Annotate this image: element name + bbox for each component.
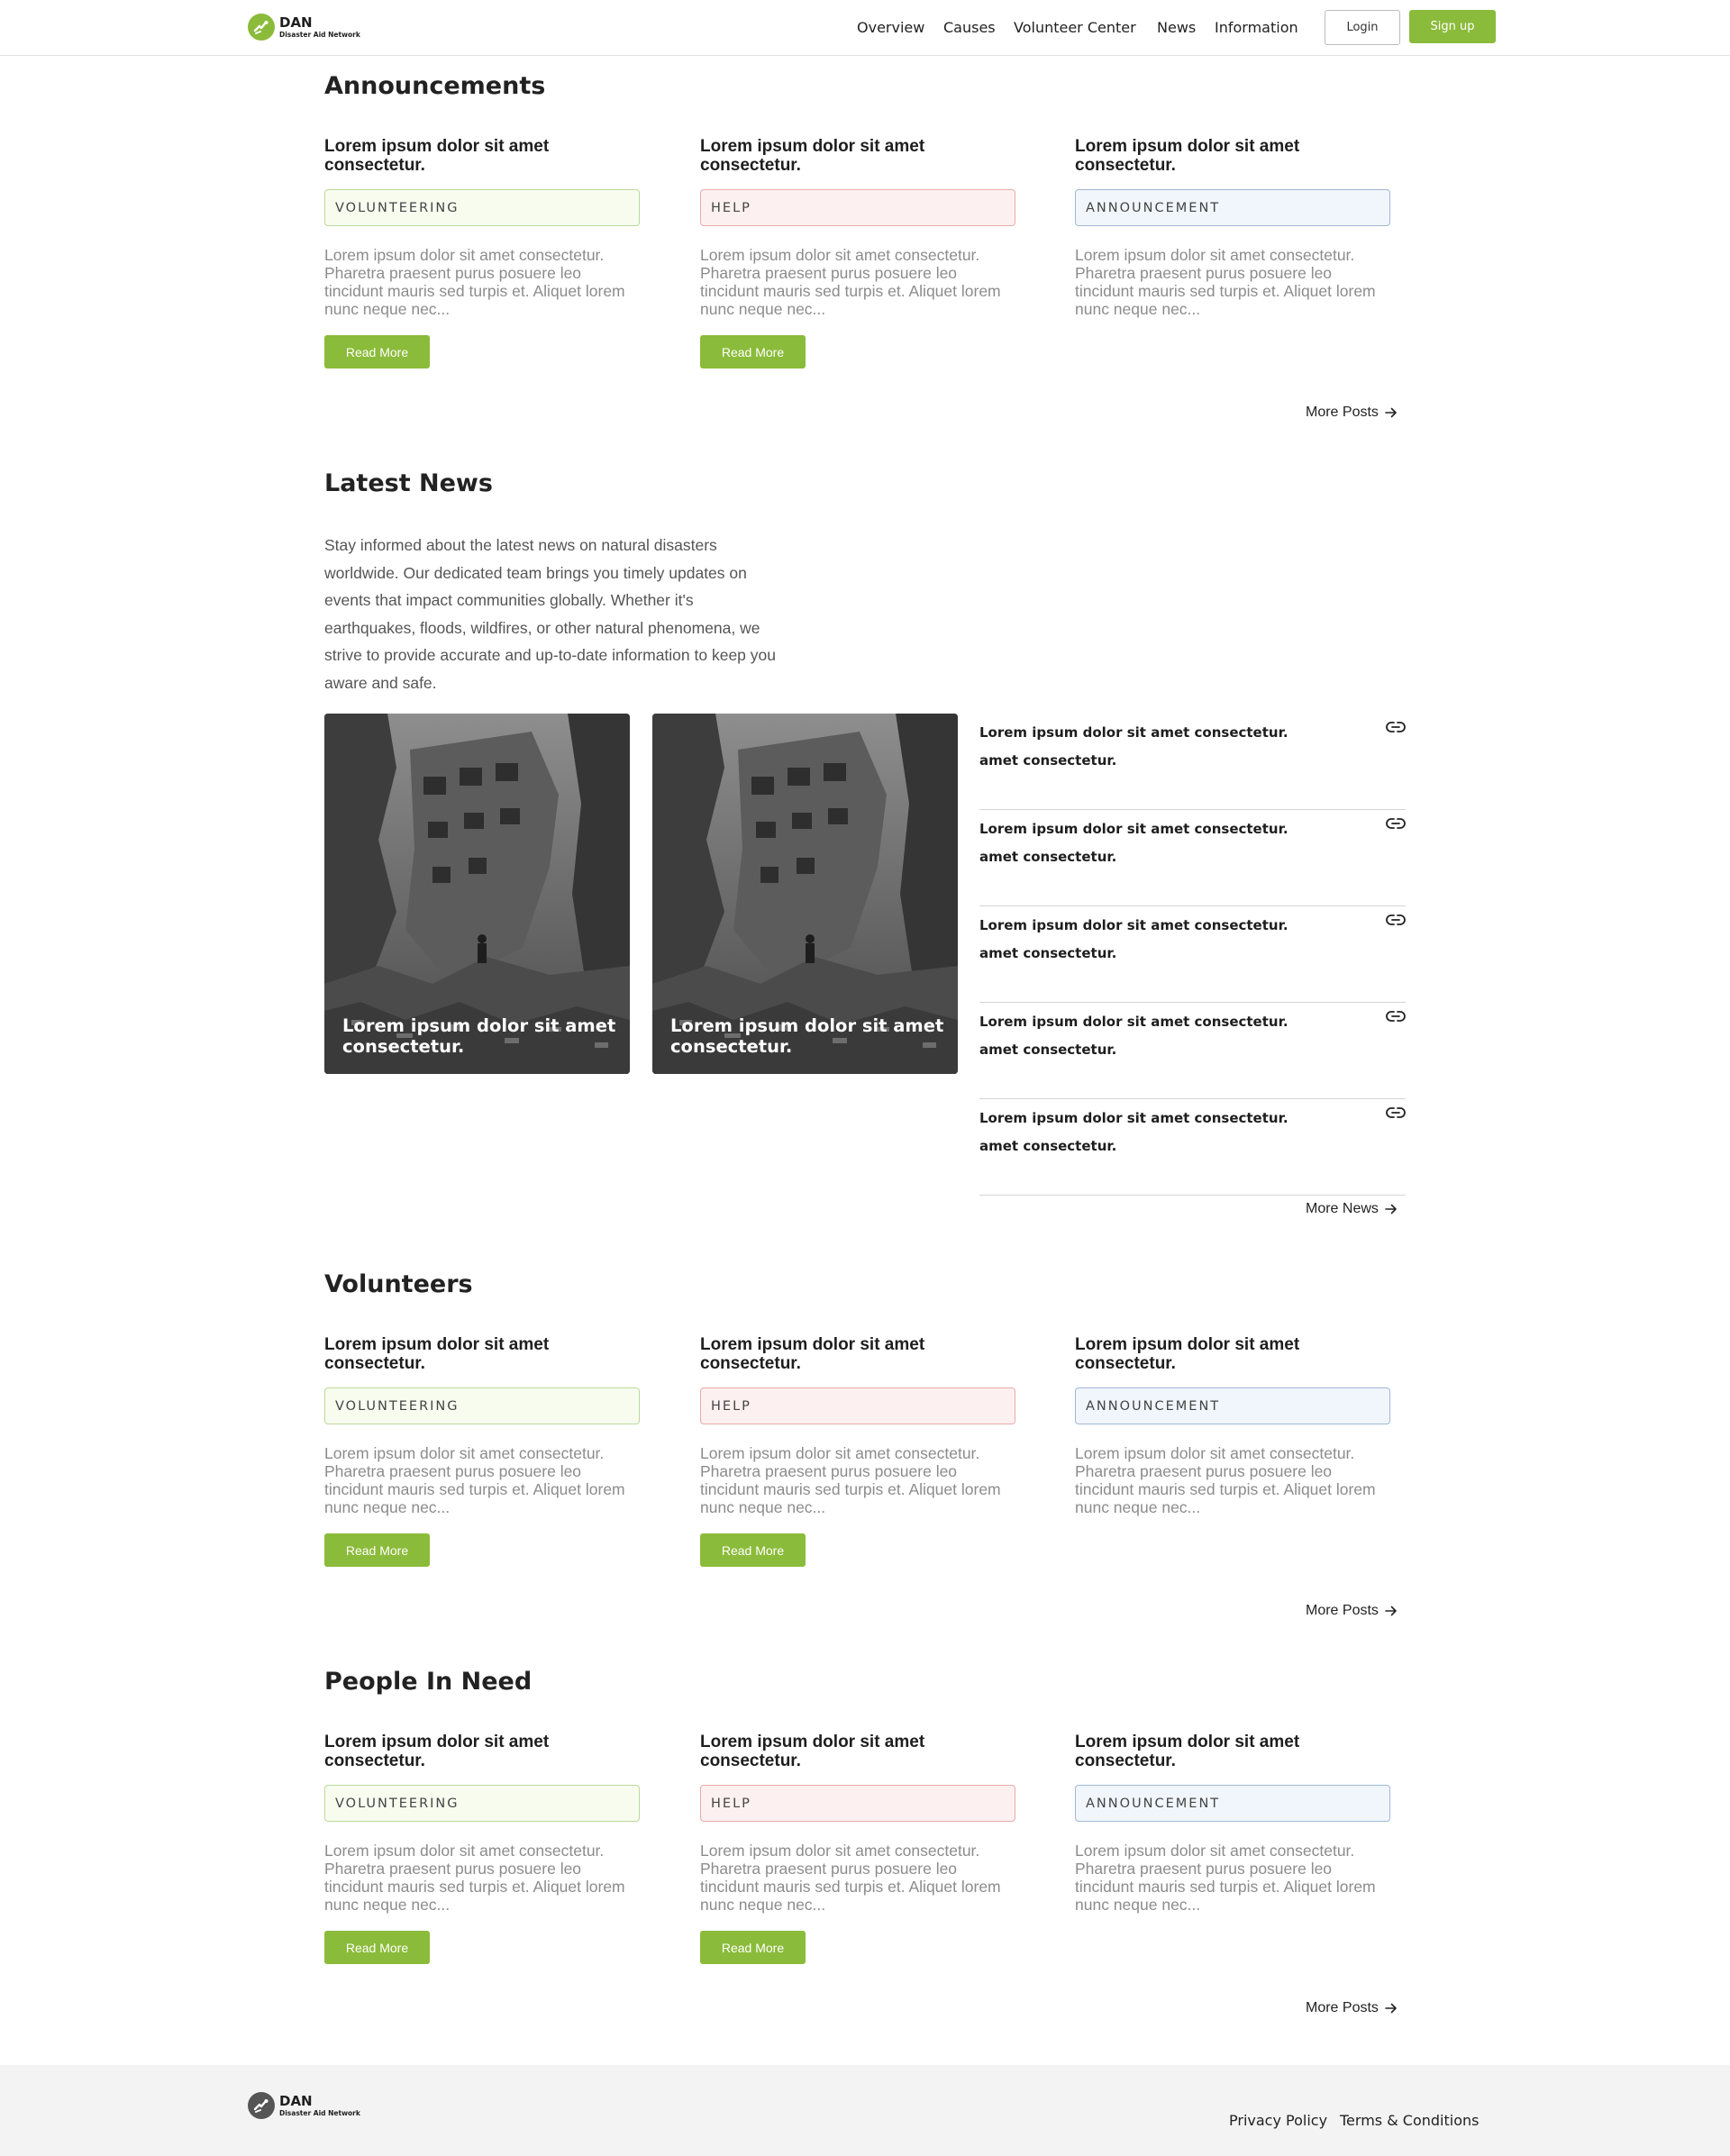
- site-header: DAN Disaster Aid Network Overview Causes…: [0, 0, 1730, 56]
- card-description: Lorem ipsum dolor sit amet consectetur. …: [324, 1842, 625, 1914]
- volunteer-card: Lorem ipsum dolor sit amet consectetur. …: [1075, 1335, 1392, 1516]
- latest-news-title: Latest News: [324, 469, 493, 497]
- terms-conditions-link[interactable]: Terms & Conditions: [1340, 2112, 1479, 2129]
- category-tag: VOLUNTEERING: [324, 1785, 640, 1822]
- news-list: Lorem ipsum dolor sit amet consectetur. …: [979, 714, 1406, 1196]
- nav-item-news[interactable]: News: [1157, 19, 1196, 36]
- card-description: Lorem ipsum dolor sit amet consectetur. …: [1075, 1444, 1376, 1516]
- arrow-right-icon: [1385, 407, 1397, 418]
- latest-news-intro: Stay informed about the latest news on n…: [324, 536, 776, 692]
- news-headline: Lorem ipsum dolor sit amet consectetur. …: [979, 1110, 1288, 1154]
- read-more-button[interactable]: Read More: [324, 335, 430, 368]
- read-more-button[interactable]: Read More: [324, 1533, 430, 1567]
- news-list-item[interactable]: Lorem ipsum dolor sit amet consectetur. …: [979, 1099, 1406, 1196]
- news-headline: Lorem ipsum dolor sit amet consectetur. …: [979, 724, 1288, 769]
- read-more-button[interactable]: Read More: [700, 1533, 806, 1567]
- card-description: Lorem ipsum dolor sit amet consectetur. …: [324, 246, 625, 318]
- hand-heart-icon: [248, 2092, 275, 2119]
- people-in-need-card: Lorem ipsum dolor sit amet consectetur. …: [324, 1733, 642, 1964]
- category-tag: HELP: [700, 189, 1015, 226]
- news-photo-caption: Lorem ipsum dolor sit amet consectetur.: [670, 1015, 944, 1057]
- news-photo-caption: Lorem ipsum dolor sit amet consectetur.: [342, 1015, 616, 1057]
- arrow-right-icon: [1385, 1204, 1397, 1214]
- card-title: Lorem ipsum dolor sit amet consectetur.: [700, 1335, 925, 1373]
- more-posts-link[interactable]: More Posts: [1306, 405, 1398, 421]
- card-title: Lorem ipsum dolor sit amet consectetur.: [1075, 137, 1300, 175]
- card-title: Lorem ipsum dolor sit amet consectetur.: [700, 1733, 925, 1770]
- more-news-link[interactable]: More News: [1306, 1201, 1398, 1217]
- news-photo-card[interactable]: Lorem ipsum dolor sit amet consectetur.: [324, 714, 630, 1074]
- brand-tagline: Disaster Aid Network: [279, 30, 360, 39]
- login-button[interactable]: Login: [1325, 10, 1400, 45]
- footer-logo[interactable]: DAN Disaster Aid Network: [248, 2092, 360, 2119]
- link-icon[interactable]: [1386, 1105, 1406, 1120]
- category-tag: ANNOUNCEMENT: [1075, 1785, 1390, 1822]
- arrow-right-icon: [1385, 1606, 1397, 1616]
- nav-item-causes[interactable]: Causes: [943, 19, 996, 36]
- brand-name: DAN: [279, 2092, 313, 2109]
- news-list-item[interactable]: Lorem ipsum dolor sit amet consectetur. …: [979, 714, 1406, 810]
- people-in-need-card: Lorem ipsum dolor sit amet consectetur. …: [700, 1733, 1017, 1964]
- category-tag: ANNOUNCEMENT: [1075, 189, 1390, 226]
- volunteers-title: Volunteers: [324, 1270, 473, 1298]
- brand-name: DAN: [279, 14, 313, 31]
- announcement-card: Lorem ipsum dolor sit amet consectetur. …: [700, 137, 1017, 368]
- site-footer: DAN Disaster Aid Network Privacy Policy …: [0, 2065, 1730, 2156]
- more-posts-label: More Posts: [1306, 2000, 1379, 2015]
- hand-heart-icon: [248, 14, 275, 41]
- card-description: Lorem ipsum dolor sit amet consectetur. …: [324, 1444, 625, 1516]
- brand-tagline: Disaster Aid Network: [279, 2108, 360, 2117]
- more-news-label: More News: [1306, 1201, 1379, 1216]
- card-title: Lorem ipsum dolor sit amet consectetur.: [324, 1733, 550, 1770]
- category-tag: HELP: [700, 1387, 1015, 1424]
- volunteer-card: Lorem ipsum dolor sit amet consectetur. …: [700, 1335, 1017, 1567]
- news-list-item[interactable]: Lorem ipsum dolor sit amet consectetur. …: [979, 1003, 1406, 1099]
- nav-item-information[interactable]: Information: [1215, 19, 1298, 36]
- nav-item-volunteer-center[interactable]: Volunteer Center: [1014, 19, 1136, 36]
- more-posts-label: More Posts: [1306, 405, 1379, 420]
- category-tag: VOLUNTEERING: [324, 189, 640, 226]
- card-description: Lorem ipsum dolor sit amet consectetur. …: [700, 246, 1001, 318]
- link-icon[interactable]: [1386, 816, 1406, 831]
- arrow-right-icon: [1385, 2003, 1397, 2014]
- read-more-button[interactable]: Read More: [700, 1931, 806, 1964]
- card-description: Lorem ipsum dolor sit amet consectetur. …: [1075, 1842, 1376, 1914]
- category-tag: VOLUNTEERING: [324, 1387, 640, 1424]
- card-title: Lorem ipsum dolor sit amet consectetur.: [1075, 1733, 1300, 1770]
- link-icon[interactable]: [1386, 913, 1406, 927]
- announcement-card: Lorem ipsum dolor sit amet consectetur. …: [1075, 137, 1392, 318]
- more-posts-label: More Posts: [1306, 1603, 1379, 1618]
- card-title: Lorem ipsum dolor sit amet consectetur.: [1075, 1335, 1300, 1373]
- read-more-button[interactable]: Read More: [324, 1931, 430, 1964]
- privacy-policy-link[interactable]: Privacy Policy: [1229, 2112, 1327, 2129]
- announcement-card: Lorem ipsum dolor sit amet consectetur. …: [324, 137, 642, 368]
- more-posts-link[interactable]: More Posts: [1306, 1603, 1398, 1619]
- news-list-item[interactable]: Lorem ipsum dolor sit amet consectetur. …: [979, 906, 1406, 1003]
- news-list-item[interactable]: Lorem ipsum dolor sit amet consectetur. …: [979, 810, 1406, 906]
- people-in-need-card: Lorem ipsum dolor sit amet consectetur. …: [1075, 1733, 1392, 1914]
- nav-item-overview[interactable]: Overview: [857, 19, 924, 36]
- logo[interactable]: DAN Disaster Aid Network: [248, 14, 360, 41]
- read-more-button[interactable]: Read More: [700, 335, 806, 368]
- people-in-need-title: People In Need: [324, 1668, 533, 1696]
- signup-button[interactable]: Sign up: [1409, 10, 1496, 43]
- news-headline: Lorem ipsum dolor sit amet consectetur. …: [979, 821, 1288, 865]
- category-tag: ANNOUNCEMENT: [1075, 1387, 1390, 1424]
- volunteer-card: Lorem ipsum dolor sit amet consectetur. …: [324, 1335, 642, 1567]
- card-description: Lorem ipsum dolor sit amet consectetur. …: [700, 1444, 1001, 1516]
- card-description: Lorem ipsum dolor sit amet consectetur. …: [1075, 246, 1376, 318]
- link-icon[interactable]: [1386, 1009, 1406, 1023]
- card-title: Lorem ipsum dolor sit amet consectetur.: [324, 137, 550, 175]
- card-title: Lorem ipsum dolor sit amet consectetur.: [324, 1335, 550, 1373]
- news-headline: Lorem ipsum dolor sit amet consectetur. …: [979, 1014, 1288, 1058]
- news-headline: Lorem ipsum dolor sit amet consectetur. …: [979, 917, 1288, 961]
- news-photo-card[interactable]: Lorem ipsum dolor sit amet consectetur.: [652, 714, 958, 1074]
- card-title: Lorem ipsum dolor sit amet consectetur.: [700, 137, 925, 175]
- card-description: Lorem ipsum dolor sit amet consectetur. …: [700, 1842, 1001, 1914]
- more-posts-link[interactable]: More Posts: [1306, 2000, 1398, 2016]
- category-tag: HELP: [700, 1785, 1015, 1822]
- announcements-title: Announcements: [324, 72, 546, 100]
- link-icon[interactable]: [1386, 720, 1406, 734]
